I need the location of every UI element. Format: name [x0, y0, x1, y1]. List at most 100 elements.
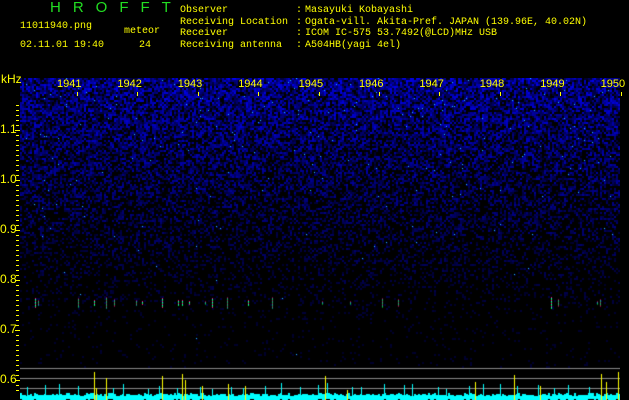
y-tick-mark [15, 130, 20, 131]
x-tick-mark [198, 92, 199, 96]
y-tick-mark [16, 115, 19, 116]
y-tick-mark [16, 110, 19, 111]
y-tick-mark [16, 245, 19, 246]
y-tick-mark [16, 175, 19, 176]
info-value: A504HB(yagi 4el) [305, 39, 402, 51]
info-sep: : [296, 28, 303, 39]
y-tick-mark [16, 275, 19, 276]
x-tick-mark [77, 92, 78, 96]
x-tick-mark [319, 92, 320, 96]
y-tick-mark [16, 255, 19, 256]
y-tick-mark [16, 260, 19, 261]
x-tick-mark [379, 92, 380, 96]
info-label: Receiver [180, 28, 229, 39]
info-label: Receiving Location [180, 16, 289, 28]
x-tick-mark [500, 92, 501, 96]
y-tick-mark [16, 375, 19, 376]
y-tick-mark [16, 105, 19, 106]
y-tick-mark [16, 170, 19, 171]
y-tick-mark [16, 195, 19, 196]
y-tick-mark [16, 185, 19, 186]
x-tick-label: 1942 [117, 78, 142, 90]
x-tick-label: 1941 [57, 78, 82, 90]
y-tick-mark [16, 360, 19, 361]
y-tick-mark [15, 380, 20, 381]
y-tick-mark [16, 290, 19, 291]
info-label: Receiving antenna [180, 39, 283, 51]
datetime: 02.11.01 19:40 [20, 40, 105, 51]
y-tick-mark [16, 140, 19, 141]
y-tick-mark [16, 285, 19, 286]
y-tick-label: 1.0 [0, 172, 17, 186]
y-tick-mark [16, 315, 19, 316]
y-tick-mark [16, 160, 19, 161]
x-tick-label: 1946 [359, 78, 384, 90]
y-tick-label: 1.1 [0, 122, 17, 136]
y-tick-mark [16, 385, 19, 386]
y-tick-mark [16, 340, 19, 341]
y-tick-mark [16, 370, 19, 371]
y-tick-mark [16, 190, 19, 191]
y-tick-mark [16, 320, 19, 321]
x-tick-mark [621, 92, 622, 96]
y-tick-mark [16, 390, 19, 391]
spectrogram [20, 78, 620, 400]
y-tick-mark [16, 300, 19, 301]
y-tick-mark [16, 120, 19, 121]
x-tick-label: 1950 [600, 78, 626, 90]
y-tick-mark [16, 215, 19, 216]
y-tick-mark [16, 165, 19, 166]
y-tick-label: 0.8 [0, 272, 17, 286]
y-tick-mark [16, 270, 19, 271]
x-tick-label: 1944 [238, 78, 263, 90]
info-label: Observer [180, 5, 229, 16]
y-tick-mark [15, 230, 20, 231]
info-sep: : [296, 16, 303, 28]
x-tick-label: 1947 [419, 78, 444, 90]
x-tick-mark [439, 92, 440, 96]
y-tick-mark [16, 225, 19, 226]
y-tick-mark [16, 210, 19, 211]
y-tick-mark [16, 350, 19, 351]
info-sep: : [296, 5, 303, 16]
info-value: Masayuki Kobayashi [305, 5, 414, 16]
x-tick-label: 1948 [479, 78, 505, 90]
app-title: HROFFT [50, 0, 183, 16]
y-tick-mark [16, 310, 19, 311]
y-tick-mark [16, 355, 19, 356]
filename: 11011940.png [20, 21, 93, 32]
y-tick-mark [16, 235, 19, 236]
y-tick-mark [16, 265, 19, 266]
y-tick-mark [16, 200, 19, 201]
y-tick-mark [16, 205, 19, 206]
x-tick-label: 1949 [540, 78, 565, 90]
x-tick-label: 1945 [298, 78, 324, 90]
y-tick-mark [16, 150, 19, 151]
y-tick-mark [15, 330, 20, 331]
y-tick-mark [16, 295, 19, 296]
y-tick-mark [16, 240, 19, 241]
y-axis-unit: kHz [1, 72, 22, 86]
x-tick-label: 1943 [177, 78, 203, 90]
y-tick-mark [16, 305, 19, 306]
y-tick-mark [16, 125, 19, 126]
y-tick-mark [15, 280, 20, 281]
x-tick-mark [258, 92, 259, 96]
x-tick-mark [137, 92, 138, 96]
y-tick-label: 0.6 [0, 372, 17, 386]
info-value: Ogata-vill. Akita-Pref. JAPAN (139.96E, … [305, 16, 588, 28]
y-tick-mark [16, 220, 19, 221]
meteor-count: 24 [139, 40, 152, 51]
y-tick-mark [16, 155, 19, 156]
y-tick-mark [16, 335, 19, 336]
y-tick-mark [16, 325, 19, 326]
y-tick-label: 0.9 [0, 222, 17, 236]
y-tick-mark [16, 345, 19, 346]
y-tick-mark [16, 145, 19, 146]
y-tick-mark [15, 180, 20, 181]
y-tick-mark [16, 250, 19, 251]
info-sep: : [296, 39, 303, 51]
y-tick-label: 0.7 [0, 322, 17, 336]
y-tick-mark [16, 365, 19, 366]
info-value: ICOM IC-575 53.7492(@LCD)MHz USB [305, 28, 498, 39]
